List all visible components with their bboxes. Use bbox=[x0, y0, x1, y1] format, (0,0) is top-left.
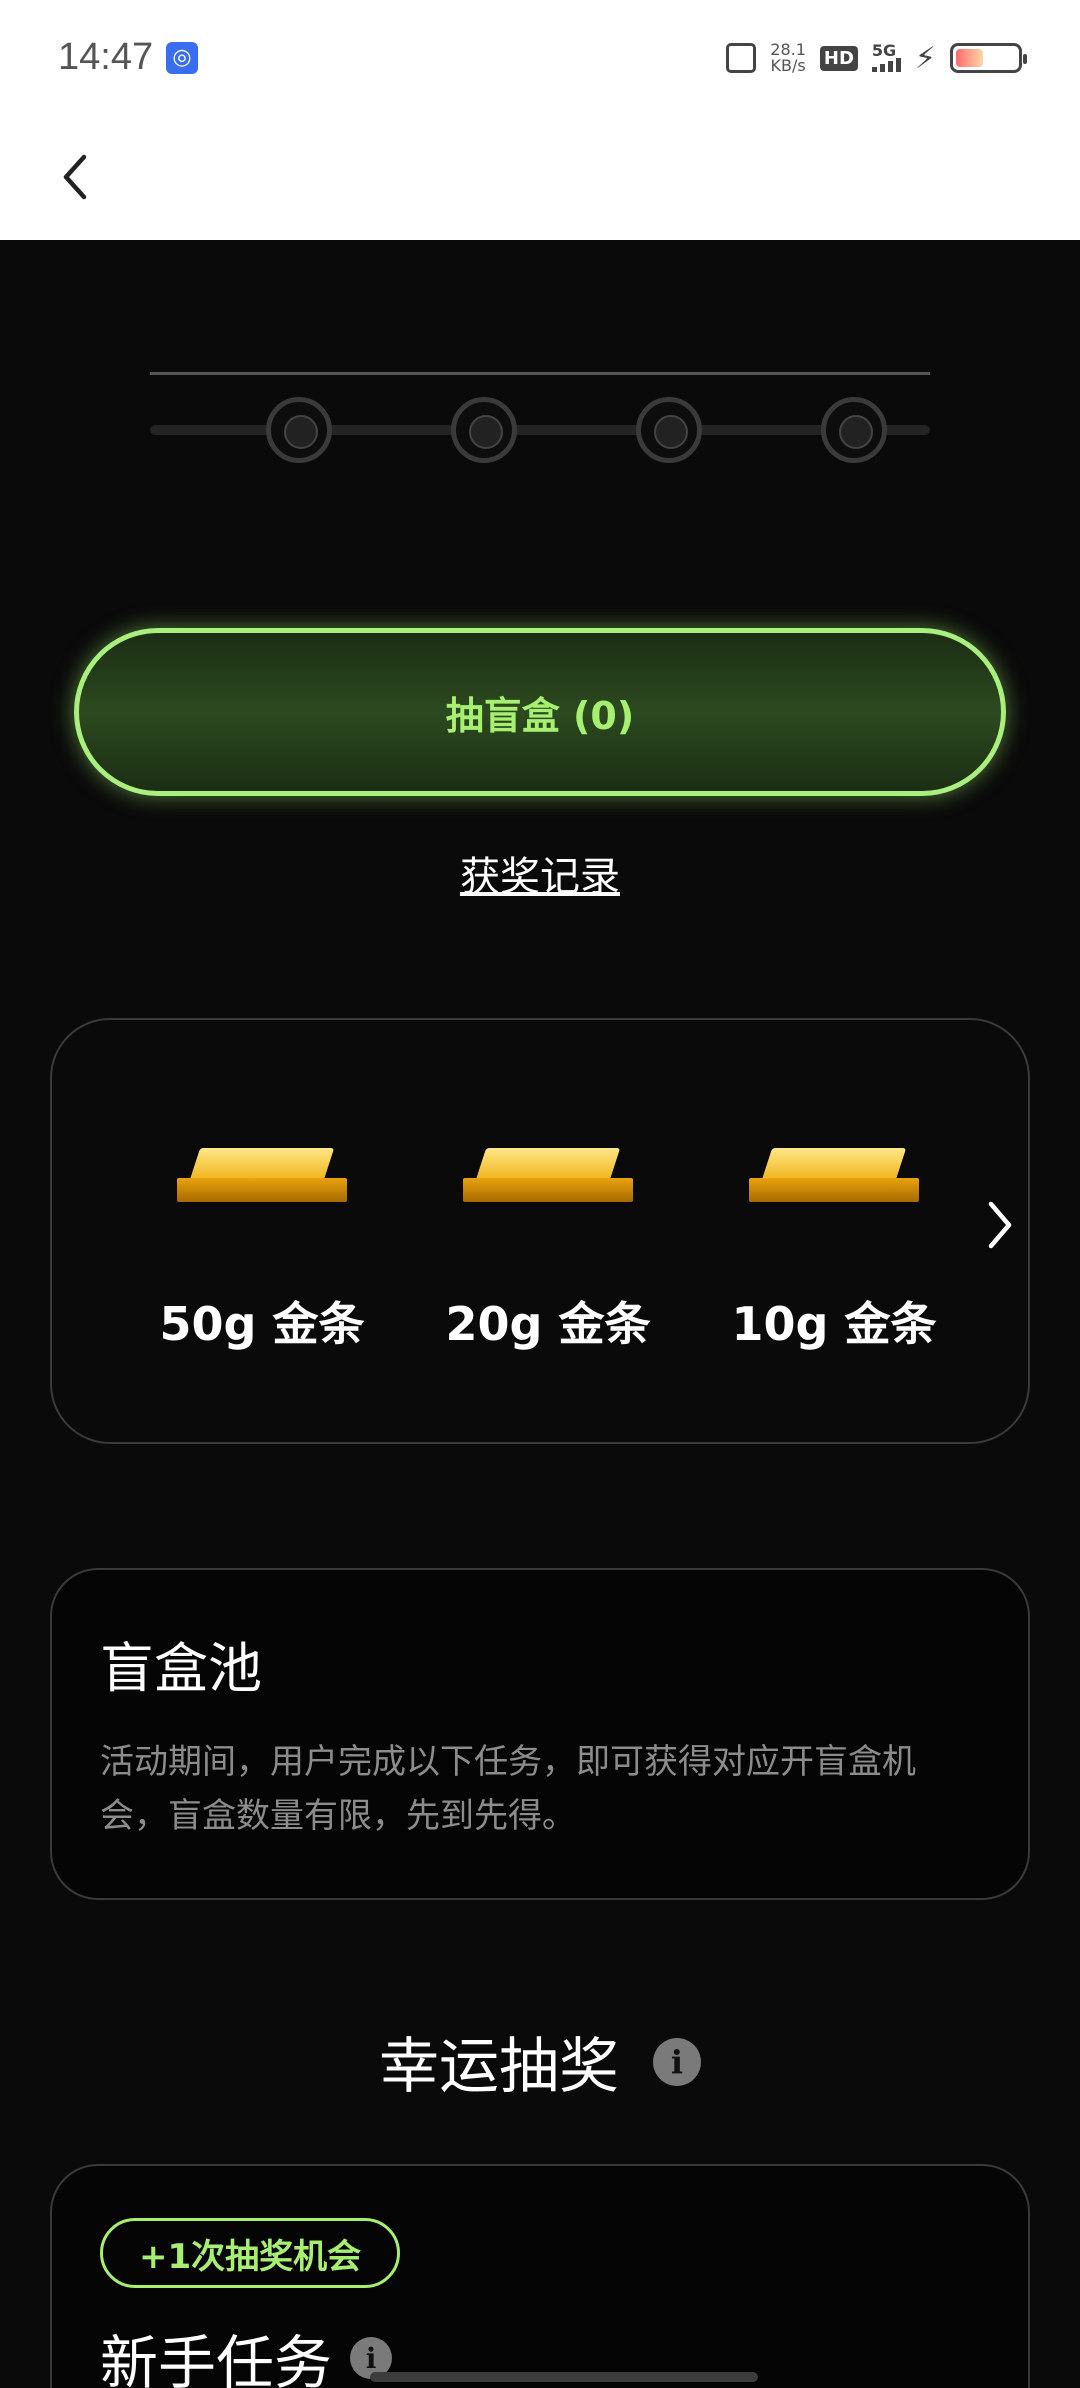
pool-title: 盲盒池 bbox=[100, 1637, 262, 1700]
blind-box-item: ? Gate bbox=[257, 240, 397, 336]
prize-item: 20g 金条 bbox=[428, 1120, 668, 1354]
app-notification-icon: ◎ bbox=[166, 42, 198, 74]
draw-chance-badge: +1次抽奖机会 bbox=[100, 2218, 401, 2288]
prize-label: 20g 金条 bbox=[445, 1297, 651, 1351]
network-label: 5G bbox=[871, 41, 897, 60]
task-heading: 新手任务 i bbox=[100, 2316, 393, 2388]
draw-blind-box-button[interactable]: 抽盲盒 (0) bbox=[74, 628, 1006, 796]
prize-item: 50g 金条 bbox=[142, 1120, 382, 1354]
status-icons: 28.1 KB/s HD 5G ⚡ bbox=[726, 38, 1027, 78]
blind-box-item: ? Gate bbox=[705, 240, 845, 336]
info-icon[interactable]: i bbox=[653, 2037, 701, 2086]
gold-bar-icon bbox=[749, 1148, 919, 1210]
machine-shelf bbox=[150, 372, 930, 375]
prize-record-link[interactable]: 获奖记录 bbox=[0, 844, 1080, 902]
speed-unit: KB/s bbox=[770, 56, 806, 75]
battery-level bbox=[956, 49, 983, 67]
signal-5g-icon: 5G bbox=[871, 41, 901, 72]
prize-item: 10g 金条 bbox=[714, 1120, 954, 1354]
home-indicator[interactable] bbox=[370, 2372, 758, 2382]
machine-display: ? ?Gate ?Gate ?Gate bbox=[145, 240, 929, 480]
nav-bar bbox=[0, 118, 1080, 240]
lucky-draw-heading: 幸运抽奖 i bbox=[0, 2018, 1080, 2105]
task-title: 新手任务 bbox=[100, 2329, 333, 2388]
prize-label: 50g 金条 bbox=[159, 1297, 365, 1351]
machine-knob bbox=[451, 397, 517, 463]
machine-knob bbox=[821, 397, 887, 463]
status-bar: 14:47 ◎ 28.1 KB/s HD 5G ⚡ bbox=[0, 0, 1080, 118]
status-time: 14:47 bbox=[58, 36, 154, 78]
lucky-draw-title: 幸运抽奖 bbox=[379, 2032, 619, 2102]
machine-knob bbox=[266, 397, 332, 463]
newbie-task-card: +1次抽奖机会 新手任务 i bbox=[50, 2164, 1030, 2388]
draw-button-label: 抽盲盒 (0) bbox=[445, 693, 635, 738]
vibrate-icon bbox=[726, 43, 757, 73]
blind-box-item: ? bbox=[145, 240, 195, 336]
pool-description: 活动期间，用户完成以下任务，即可获得对应开盲盒机会，盲盒数量有限，先到先得。 bbox=[100, 1742, 916, 1836]
blind-box-pool-card: 盲盒池 活动期间，用户完成以下任务，即可获得对应开盲盒机会，盲盒数量有限，先到先… bbox=[50, 1568, 1030, 1900]
chevron-left-icon bbox=[63, 154, 87, 200]
battery-icon bbox=[950, 43, 1027, 73]
back-button[interactable] bbox=[40, 142, 110, 212]
prize-carousel: 50g 金条 20g 金条 10g 金条 bbox=[50, 1018, 1030, 1444]
gold-bar-icon bbox=[463, 1148, 633, 1210]
blind-box-item: ? Gate bbox=[481, 240, 621, 336]
charging-icon: ⚡ bbox=[914, 40, 936, 76]
prize-label: 10g 金条 bbox=[731, 1297, 937, 1351]
machine-knob bbox=[636, 397, 702, 463]
draw-chance-label: +1次抽奖机会 bbox=[139, 2236, 362, 2277]
network-speed: 28.1 KB/s bbox=[770, 42, 806, 74]
hd-icon: HD bbox=[819, 45, 858, 71]
next-prize-button[interactable] bbox=[970, 1190, 1030, 1260]
chevron-right-icon bbox=[988, 1201, 1012, 1249]
gold-bar-icon bbox=[177, 1148, 347, 1210]
